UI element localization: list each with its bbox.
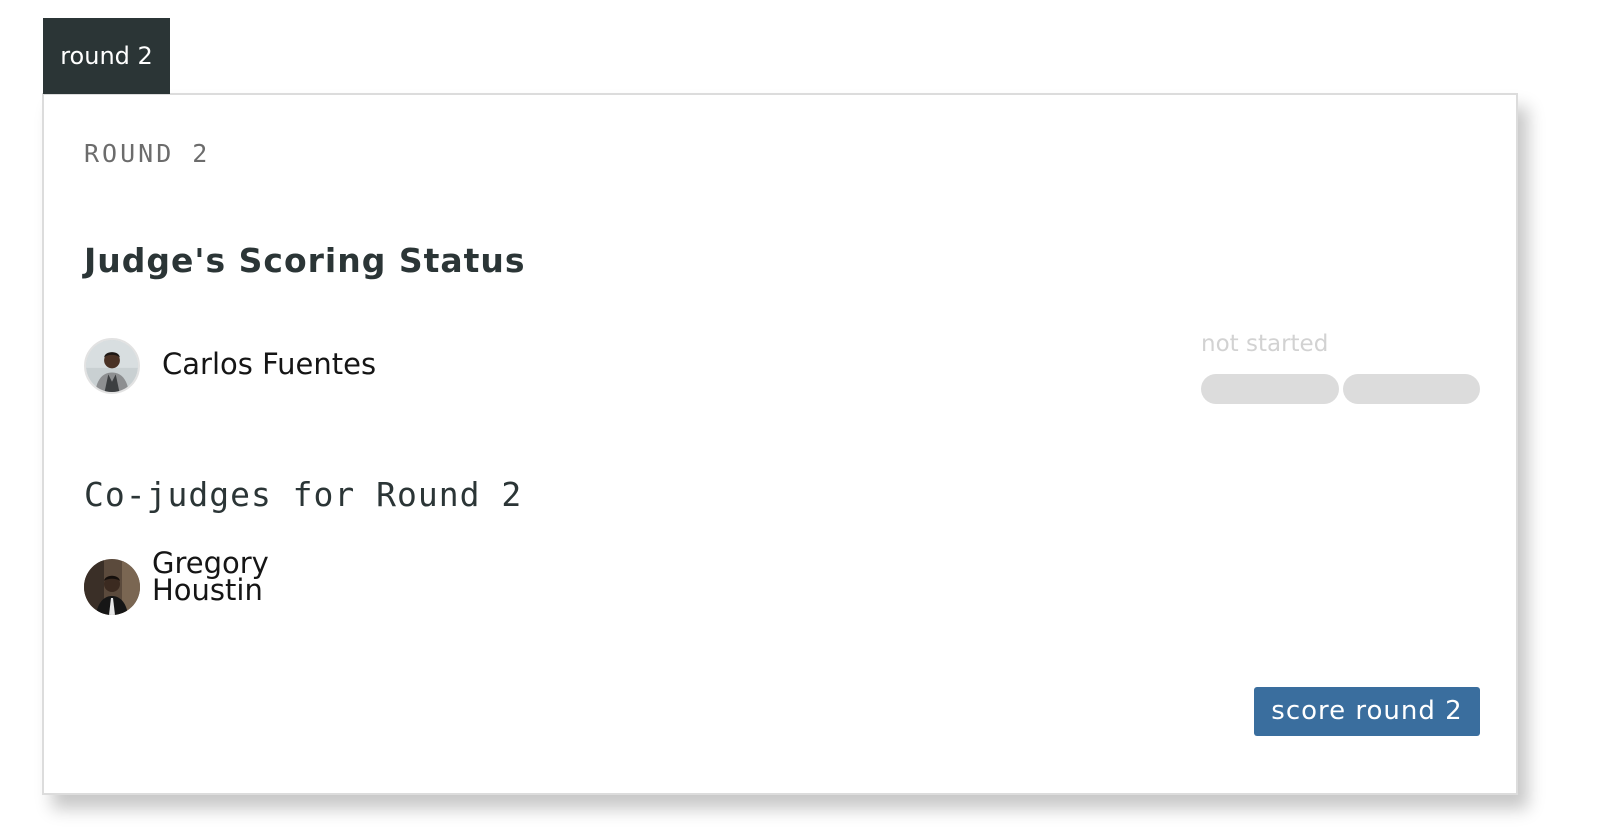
scoring-status-heading: Judge's Scoring Status — [84, 241, 526, 280]
progress-segment — [1342, 374, 1480, 404]
scoring-status-text: not started — [1201, 331, 1329, 357]
judge-avatar — [84, 338, 140, 394]
tab-label: round 2 — [60, 42, 153, 70]
score-round-button[interactable]: score round 2 — [1254, 687, 1480, 736]
cojudge-avatar — [84, 559, 140, 615]
cojudge-name: Gregory Houstin — [152, 546, 269, 607]
cojudge-avatar-image — [84, 559, 140, 615]
judge-avatar-image — [86, 340, 138, 392]
round-card: ROUND 2 Judge's Scoring Status Carlos Fu… — [42, 93, 1518, 795]
round-label: ROUND 2 — [84, 139, 211, 168]
progress-segment — [1201, 374, 1339, 404]
scoring-progress-bar — [1201, 374, 1480, 404]
tab-round-2[interactable]: round 2 — [43, 18, 170, 94]
judge-name: Carlos Fuentes — [162, 347, 377, 381]
cojudges-heading: Co-judges for Round 2 — [84, 475, 523, 514]
